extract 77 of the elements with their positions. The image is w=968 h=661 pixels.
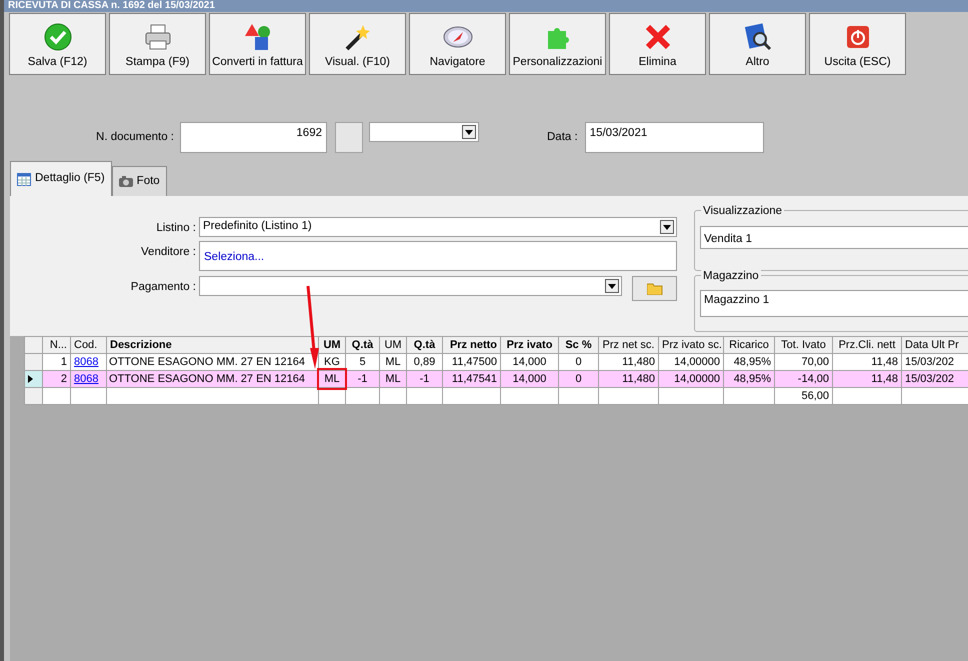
book-icon xyxy=(742,22,772,52)
total-cell: 56,00 xyxy=(774,388,832,404)
table-cell: ML xyxy=(380,354,406,370)
column-header[interactable]: Prz.Cli. nett xyxy=(832,336,902,354)
table-cell: OTTONE ESAGONO MM. 27 EN 12164 xyxy=(106,370,318,388)
check-icon xyxy=(42,22,72,52)
column-header[interactable]: UM xyxy=(318,336,346,354)
table-cell: 0,89 xyxy=(406,354,442,370)
table-cell: 15/03/202 xyxy=(902,370,968,388)
document-number-field[interactable]: 1692 xyxy=(180,122,327,153)
column-header[interactable]: Sc % xyxy=(558,336,598,354)
toolbar-button[interactable]: Altro xyxy=(709,13,806,75)
table-cell: 14,000 xyxy=(500,370,558,388)
printer-icon xyxy=(142,22,172,52)
table-cell: ML xyxy=(380,370,406,388)
table-cell: OTTONE ESAGONO MM. 27 EN 12164 xyxy=(106,354,318,370)
toolbar-button[interactable]: Converti in fattura xyxy=(209,13,306,75)
table-cell: 14,000 xyxy=(500,354,558,370)
date-field[interactable]: 15/03/2021 xyxy=(584,122,764,153)
tab[interactable]: Dettaglio (F5) xyxy=(10,161,112,196)
table-cell: 0 xyxy=(558,354,598,370)
shapes-icon xyxy=(242,22,272,52)
venditore-label: Venditore : xyxy=(140,245,196,260)
toolbar-button[interactable]: Elimina xyxy=(609,13,706,75)
toolbar-button[interactable]: Navigatore xyxy=(409,13,506,75)
column-header[interactable]: Descrizione xyxy=(106,336,318,354)
table-cell: 15/03/202 xyxy=(902,354,968,370)
table-cell: 2 xyxy=(42,370,70,388)
table-cell: -1 xyxy=(406,370,442,388)
column-header[interactable]: Prz netto xyxy=(442,336,500,354)
table-cell: -14,00 xyxy=(774,370,832,388)
table-cell: ML xyxy=(318,370,346,388)
document-number-label: N. documento : xyxy=(95,130,175,145)
table-cell: 70,00 xyxy=(774,354,832,370)
table-cell: 11,47541 xyxy=(442,370,500,388)
table-icon xyxy=(17,172,31,186)
toolbar-button[interactable]: Uscita (ESC) xyxy=(809,13,906,75)
table-cell: 11,480 xyxy=(598,354,658,370)
table-cell: 48,95% xyxy=(724,354,774,370)
column-header[interactable]: Prz ivato sc. xyxy=(658,336,724,354)
table-cell: 14,00000 xyxy=(658,370,724,388)
column-header[interactable]: N... xyxy=(42,336,70,354)
folder-icon xyxy=(646,282,662,295)
current-row-icon xyxy=(28,374,33,383)
toolbar-button[interactable]: Stampa (F9) xyxy=(109,13,206,75)
listino-dropdown[interactable]: Predefinito (Listino 1) xyxy=(199,217,677,237)
table-cell: 11,48 xyxy=(832,370,902,388)
date-label: Data : xyxy=(547,130,578,145)
column-header[interactable]: UM xyxy=(380,336,406,354)
camera-icon xyxy=(118,175,133,188)
group-field[interactable]: Vendita 1 xyxy=(700,226,968,249)
table-cell: 1 xyxy=(42,354,70,370)
venditore-field[interactable]: Seleziona... xyxy=(199,241,677,271)
column-header[interactable]: Prz ivato xyxy=(500,336,558,354)
table-cell: 0 xyxy=(558,370,598,388)
toolbar-button[interactable]: Personalizzazioni xyxy=(509,13,606,75)
group-field[interactable]: Magazzino 1 xyxy=(700,290,968,317)
column-header[interactable]: Data Ult Pr xyxy=(902,336,968,354)
column-header[interactable]: Tot. Ivato xyxy=(774,336,832,354)
window-title: RICEVUTA DI CASSA n. 1692 del 15/03/2021 xyxy=(4,0,968,12)
table-cell: 11,47500 xyxy=(442,354,500,370)
table-cell: 11,48 xyxy=(832,354,902,370)
tab[interactable]: Foto xyxy=(112,166,167,196)
series-dropdown[interactable] xyxy=(369,122,479,142)
column-header[interactable]: Cod. xyxy=(70,336,106,354)
column-header[interactable]: Q.tà xyxy=(346,336,380,354)
toolbar-button[interactable]: Visual. (F10) xyxy=(309,13,406,75)
table-cell: 5 xyxy=(346,354,380,370)
toolbar-button[interactable]: Salva (F12) xyxy=(9,13,106,75)
column-header[interactable]: Prz net sc. xyxy=(598,336,658,354)
pagamento-label: Pagamento : xyxy=(130,280,196,295)
table-cell: 14,00000 xyxy=(658,354,724,370)
table-cell: 48,95% xyxy=(724,370,774,388)
column-header[interactable]: Q.tà xyxy=(406,336,442,354)
listino-label: Listino : xyxy=(155,221,196,236)
column-header[interactable]: Ricarico xyxy=(724,336,774,354)
table-cell: 11,480 xyxy=(598,370,658,388)
